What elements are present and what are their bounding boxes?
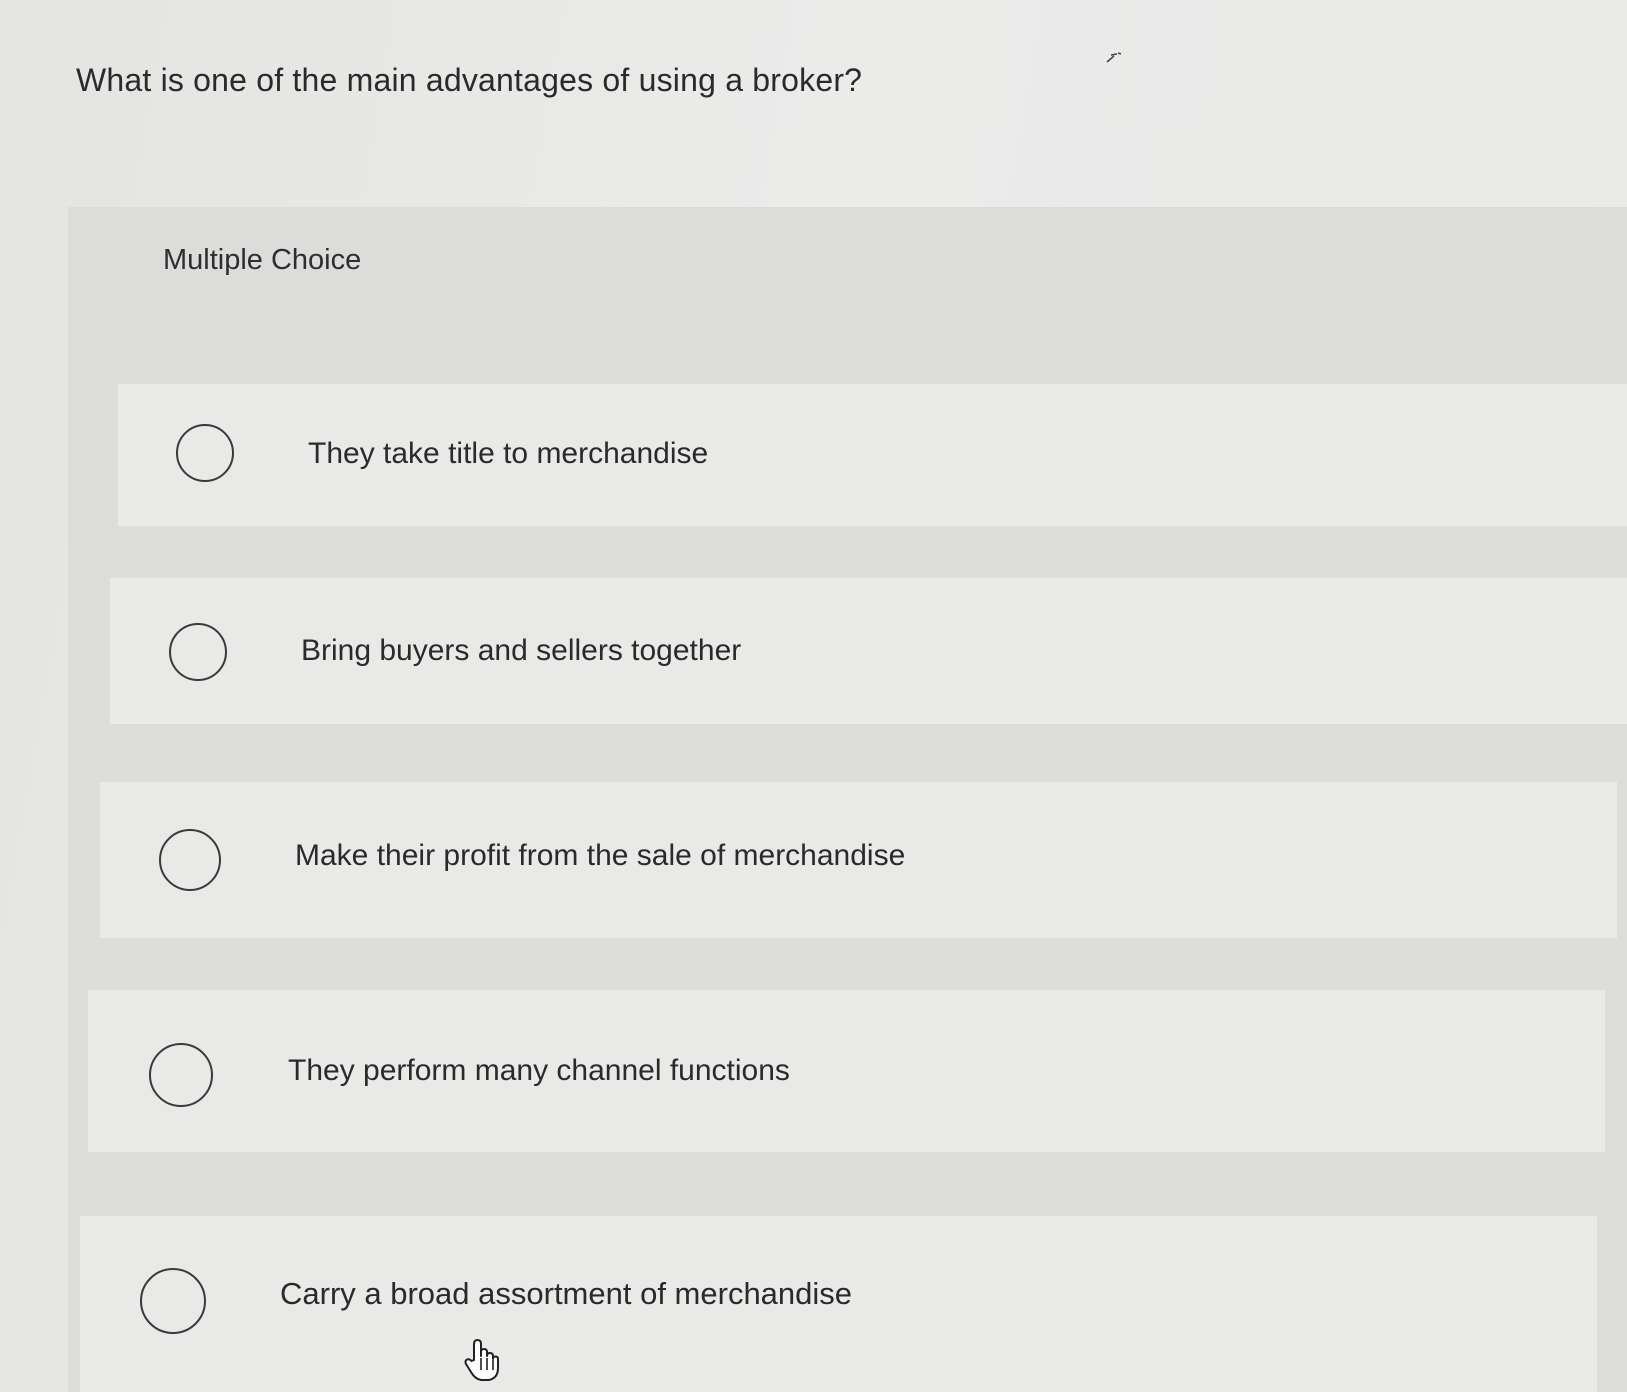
hand-pointer-icon: [464, 1339, 499, 1381]
answer-option-label: Bring buyers and sellers together: [301, 634, 742, 667]
answer-option-5[interactable]: Carry a broad assortment of merchandise: [80, 1216, 1597, 1392]
answer-option-3[interactable]: Make their profit from the sale of merch…: [100, 782, 1617, 938]
answer-option-1[interactable]: They take title to merchandise: [118, 384, 1627, 526]
radio-button-4[interactable]: [149, 1043, 213, 1107]
answer-option-2[interactable]: Bring buyers and sellers together: [110, 578, 1627, 724]
answer-option-label: Make their profit from the sale of merch…: [295, 839, 906, 872]
page: What is one of the main advantages of us…: [0, 0, 1627, 1392]
screen-artifact-icon: [1106, 52, 1122, 63]
radio-button-1[interactable]: [176, 424, 234, 482]
radio-button-2[interactable]: [169, 623, 227, 681]
answer-option-4[interactable]: They perform many channel functions: [88, 990, 1605, 1152]
radio-button-5[interactable]: [140, 1268, 206, 1334]
question-text: What is one of the main advantages of us…: [76, 62, 863, 98]
radio-button-3[interactable]: [159, 829, 221, 891]
answer-option-label: Carry a broad assortment of merchandise: [280, 1276, 853, 1311]
answer-option-label: They perform many channel functions: [288, 1054, 790, 1087]
question-type-label: Multiple Choice: [163, 244, 362, 276]
answer-option-label: They take title to merchandise: [308, 437, 709, 470]
